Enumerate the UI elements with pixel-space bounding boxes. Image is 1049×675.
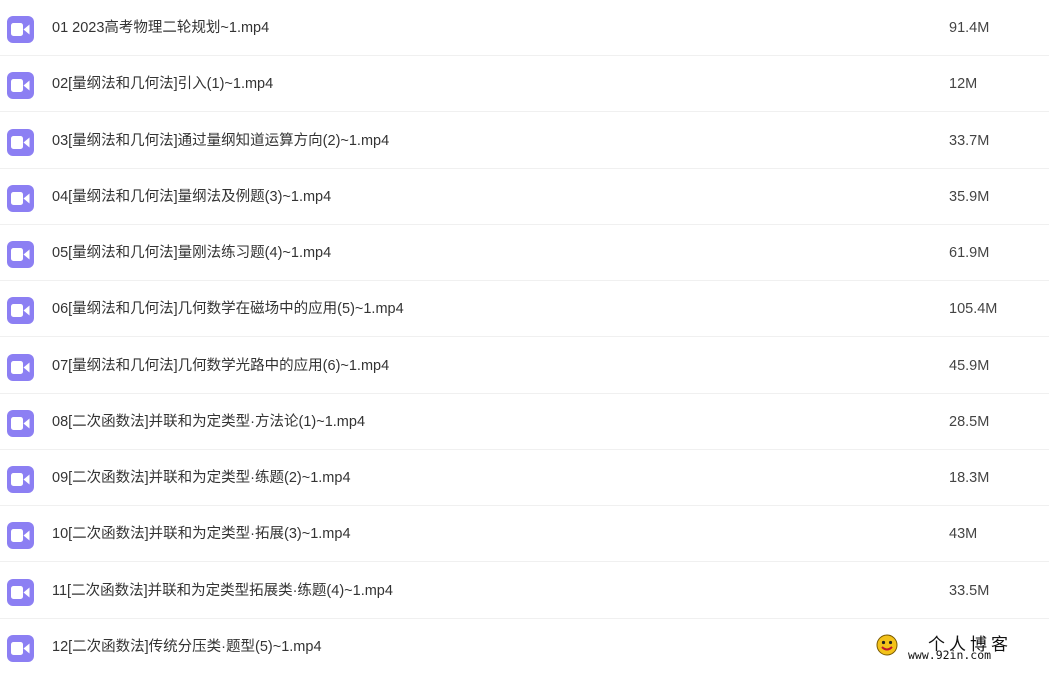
video-file-icon [7,129,34,156]
file-size: 105.4M [949,301,998,317]
file-size: 12M [949,76,978,92]
smiley-face-icon [876,634,898,656]
file-size: 28.5M [949,414,990,430]
video-file-icon [7,522,34,549]
file-size: 45.9M [949,358,990,374]
file-row[interactable]: 11[二次函数法]并联和为定类型拓展类·练题(4)~1.mp4 33.5M [0,563,1049,619]
file-row[interactable]: 04[量纲法和几何法]量纲法及例题(3)~1.mp4 35.9M [0,169,1049,225]
file-row[interactable]: 08[二次函数法]并联和为定类型·方法论(1)~1.mp4 28.5M [0,394,1049,450]
file-row[interactable]: 01 2023高考物理二轮规划~1.mp4 91.4M [0,0,1049,56]
file-name[interactable]: 12[二次函数法]传统分压类·题型(5)~1.mp4 [52,638,322,656]
video-file-icon [7,579,34,606]
file-name[interactable]: 02[量纲法和几何法]引入(1)~1.mp4 [52,75,273,93]
file-row[interactable]: 07[量纲法和几何法]几何数学光路中的应用(6)~1.mp4 45.9M [0,338,1049,394]
video-file-icon [7,241,34,268]
file-name[interactable]: 05[量纲法和几何法]量刚法练习题(4)~1.mp4 [52,244,331,262]
file-row[interactable]: 09[二次函数法]并联和为定类型·练题(2)~1.mp4 18.3M [0,450,1049,506]
file-size: 61.9M [949,245,990,261]
video-file-icon [7,354,34,381]
video-file-icon [7,185,34,212]
watermark: 个人博客 www.92in.com [874,630,1044,664]
watermark-url: www.92in.com [908,648,992,662]
file-name[interactable]: 11[二次函数法]并联和为定类型拓展类·练题(4)~1.mp4 [52,582,393,600]
file-row[interactable]: 05[量纲法和几何法]量刚法练习题(4)~1.mp4 61.9M [0,225,1049,281]
video-file-icon [7,16,34,43]
video-file-icon [7,297,34,324]
file-size: 33.5M [949,583,990,599]
file-row[interactable]: 02[量纲法和几何法]引入(1)~1.mp4 12M [0,56,1049,112]
file-name[interactable]: 04[量纲法和几何法]量纲法及例题(3)~1.mp4 [52,188,331,206]
video-file-icon [7,635,34,662]
file-size: 18.3M [949,470,990,486]
video-file-icon [7,72,34,99]
file-row[interactable]: 03[量纲法和几何法]通过量纲知道运算方向(2)~1.mp4 33.7M [0,113,1049,169]
file-size: 91.4M [949,20,990,36]
file-name[interactable]: 10[二次函数法]并联和为定类型·拓展(3)~1.mp4 [52,525,351,543]
video-file-icon [7,466,34,493]
file-name[interactable]: 07[量纲法和几何法]几何数学光路中的应用(6)~1.mp4 [52,357,389,375]
file-row[interactable]: 10[二次函数法]并联和为定类型·拓展(3)~1.mp4 43M [0,506,1049,562]
file-row[interactable]: 06[量纲法和几何法]几何数学在磁场中的应用(5)~1.mp4 105.4M [0,281,1049,337]
file-name[interactable]: 09[二次函数法]并联和为定类型·练题(2)~1.mp4 [52,469,351,487]
file-size: 33.7M [949,133,990,149]
file-name[interactable]: 03[量纲法和几何法]通过量纲知道运算方向(2)~1.mp4 [52,132,389,150]
file-size: 35.9M [949,189,990,205]
file-name[interactable]: 01 2023高考物理二轮规划~1.mp4 [52,19,269,37]
file-name[interactable]: 06[量纲法和几何法]几何数学在磁场中的应用(5)~1.mp4 [52,300,404,318]
file-name[interactable]: 08[二次函数法]并联和为定类型·方法论(1)~1.mp4 [52,413,365,431]
file-size: 43M [949,526,978,542]
video-file-icon [7,410,34,437]
